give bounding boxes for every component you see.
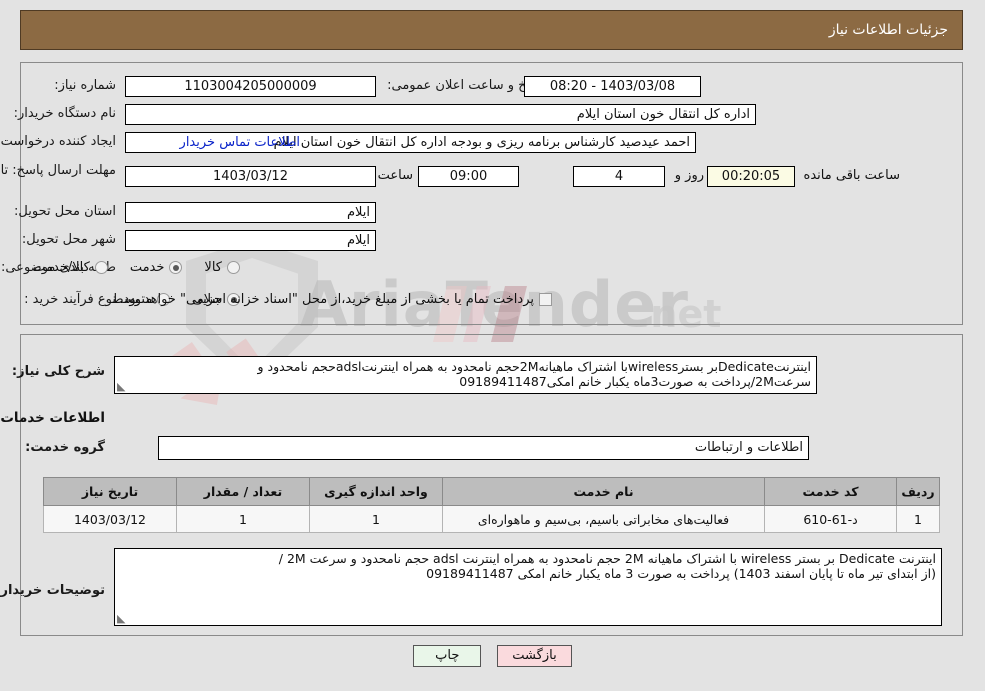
deadline-countdown-field: 00:20:05 — [707, 166, 795, 187]
table-col-unit: واحد اندازه گیری — [309, 477, 443, 506]
table-col-quantity: تعداد / مقدار — [176, 477, 310, 506]
category-option-kala[interactable]: کالا — [204, 260, 240, 275]
general-description-line-2: سرعت2M/پرداخت به صورت3ماه یکبار خانم امک… — [459, 374, 811, 389]
deadline-label: مهلت ارسال پاسخ: تا تاریخ: — [0, 163, 116, 178]
cell-unit: 1 — [309, 505, 443, 533]
category-option-label: کالا/خدمت — [33, 260, 90, 275]
delivery-city-field[interactable]: ایلام — [125, 230, 376, 251]
need-number-label: شماره نیاز: — [54, 78, 116, 93]
radio-icon[interactable] — [227, 261, 240, 274]
deadline-days-field[interactable]: 4 — [573, 166, 665, 187]
page-root: AriaTender .net جزئیات اطلاعات نیاز شمار… — [0, 0, 985, 691]
cell-quantity: 1 — [176, 505, 310, 533]
table-col-code: کد خدمت — [764, 477, 897, 506]
services-table: ردیف کد خدمت نام خدمت واحد اندازه گیری ت… — [43, 477, 940, 533]
category-option-khedmat[interactable]: خدمت — [130, 260, 183, 275]
announce-datetime-field[interactable]: 1403/03/08 - 08:20 — [524, 76, 701, 97]
treasury-bond-checkbox-option[interactable]: پرداخت تمام یا بخشی از مبلغ خرید،از محل … — [119, 292, 552, 307]
resize-grip-icon[interactable]: ◢ — [117, 380, 127, 393]
print-button[interactable]: چاپ — [413, 645, 482, 667]
radio-icon[interactable] — [94, 261, 108, 274]
need-info-panel — [20, 62, 963, 325]
deadline-time-label: ساعت — [377, 168, 413, 183]
delivery-city-label: شهر محل تحویل: — [21, 232, 116, 247]
requester-label: ایجاد کننده درخواست: — [0, 134, 116, 149]
delivery-province-field[interactable]: ایلام — [125, 202, 376, 223]
services-table-wrapper: ردیف کد خدمت نام خدمت واحد اندازه گیری ت… — [43, 477, 940, 533]
checkbox-icon[interactable] — [539, 293, 552, 306]
deadline-date-field[interactable]: 1403/03/12 — [125, 166, 376, 187]
buyer-notes-line-1: اینترنت Dedicate بر بستر wireless با اشت… — [278, 551, 936, 566]
buyer-notes-line-2: (از ابتدای تیر ماه تا پایان اسفند 1403) … — [426, 566, 936, 581]
table-header-row: ردیف کد خدمت نام خدمت واحد اندازه گیری ت… — [43, 477, 940, 506]
general-description-textarea[interactable]: اینترنتDedicateبر بسترwirelessبا اشتراک … — [114, 356, 817, 394]
buyer-notes-label: توضیحات خریدار: — [0, 583, 105, 598]
page-header: جزئیات اطلاعات نیاز — [20, 10, 963, 50]
table-col-index: ردیف — [896, 477, 940, 506]
deadline-countdown-label: ساعت باقی مانده — [803, 168, 900, 183]
action-button-bar: بازگشت چاپ — [0, 645, 985, 667]
cell-code: د-61-610 — [764, 505, 897, 533]
table-row[interactable]: 1 د-61-610 فعالیت‌های مخابراتی باسیم، بی… — [43, 505, 940, 533]
cell-index: 1 — [896, 505, 940, 533]
service-group-label: گروه خدمت: — [25, 440, 105, 455]
radio-icon[interactable] — [169, 261, 183, 274]
buyer-org-field[interactable]: اداره کل انتقال خون استان ایلام — [125, 104, 756, 125]
resize-grip-icon[interactable]: ◢ — [117, 612, 127, 625]
general-description-label: شرح کلی نیاز: — [11, 364, 105, 379]
table-col-name: نام خدمت — [442, 477, 765, 506]
services-section-title: اطلاعات خدمات مورد نیاز — [0, 410, 105, 426]
category-option-kala-khedmat[interactable]: کالا/خدمت — [33, 260, 108, 275]
cell-date: 1403/03/12 — [43, 505, 177, 533]
general-description-line-1: اینترنتDedicateبر بسترwirelessبا اشتراک … — [257, 359, 811, 374]
buyer-contact-link[interactable]: اطلاعات تماس خریدار — [180, 135, 300, 150]
buyer-org-label: نام دستگاه خریدار: — [13, 106, 116, 121]
buyer-notes-textarea[interactable]: اینترنت Dedicate بر بستر wireless با اشت… — [114, 548, 942, 626]
category-option-label: کالا — [204, 260, 222, 275]
cell-name: فعالیت‌های مخابراتی باسیم، بی‌سیم و ماهو… — [442, 505, 765, 533]
delivery-province-label: استان محل تحویل: — [14, 204, 116, 219]
back-button[interactable]: بازگشت — [497, 645, 572, 667]
page-title: جزئیات اطلاعات نیاز — [828, 22, 948, 38]
deadline-days-label: روز و — [674, 168, 704, 183]
service-group-field[interactable]: اطلاعات و ارتباطات — [158, 436, 809, 460]
category-option-label: خدمت — [129, 260, 165, 275]
deadline-time-field[interactable]: 09:00 — [418, 166, 519, 187]
need-number-field[interactable]: 1103004205000009 — [125, 76, 376, 97]
announce-datetime-label: تاریخ و ساعت اعلان عمومی: — [387, 78, 544, 93]
treasury-bond-checkbox-label: پرداخت تمام یا بخشی از مبلغ خرید،از محل … — [119, 292, 534, 307]
table-col-date: تاریخ نیاز — [43, 477, 177, 506]
